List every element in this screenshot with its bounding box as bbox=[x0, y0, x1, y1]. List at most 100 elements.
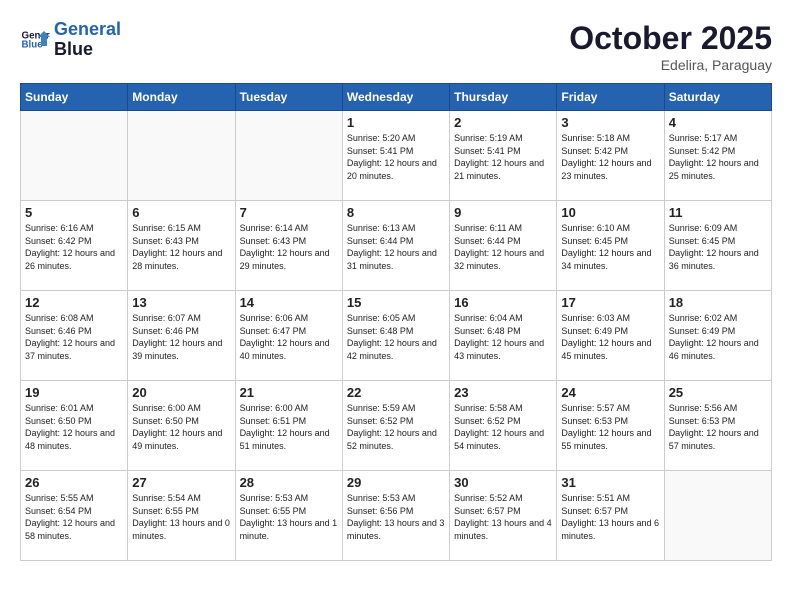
day-header-friday: Friday bbox=[557, 84, 664, 111]
day-number: 11 bbox=[669, 205, 767, 220]
cell-info: Sunrise: 6:03 AMSunset: 6:49 PMDaylight:… bbox=[561, 312, 659, 362]
calendar-header-row: SundayMondayTuesdayWednesdayThursdayFrid… bbox=[21, 84, 772, 111]
day-number: 16 bbox=[454, 295, 552, 310]
day-number: 3 bbox=[561, 115, 659, 130]
calendar-cell: 11Sunrise: 6:09 AMSunset: 6:45 PMDayligh… bbox=[664, 201, 771, 291]
day-number: 18 bbox=[669, 295, 767, 310]
cell-info: Sunrise: 5:18 AMSunset: 5:42 PMDaylight:… bbox=[561, 132, 659, 182]
calendar-cell: 9 Sunrise: 6:11 AMSunset: 6:44 PMDaylight… bbox=[450, 201, 557, 291]
cell-info: Sunrise: 6:04 AMSunset: 6:48 PMDaylight:… bbox=[454, 312, 552, 362]
calendar-cell: 5 Sunrise: 6:16 AMSunset: 6:42 PMDaylight… bbox=[21, 201, 128, 291]
calendar-cell: 12Sunrise: 6:08 AMSunset: 6:46 PMDayligh… bbox=[21, 291, 128, 381]
calendar-cell: 10 Sunrise: 6:10 AMSunset: 6:45 PMDayligh… bbox=[557, 201, 664, 291]
calendar-cell: 25 Sunrise: 5:56 AMSunset: 6:53 PMDayligh… bbox=[664, 381, 771, 471]
cell-info: Sunrise: 5:20 AMSunset: 5:41 PMDaylight:… bbox=[347, 132, 445, 182]
cell-info: Sunrise: 6:05 AMSunset: 6:48 PMDaylight:… bbox=[347, 312, 445, 362]
logo-text: GeneralBlue bbox=[54, 20, 121, 60]
page-header: General Blue GeneralBlue October 2025 Ed… bbox=[20, 20, 772, 73]
location-subtitle: Edelira, Paraguay bbox=[569, 57, 772, 73]
cell-info: Sunrise: 6:06 AMSunset: 6:47 PMDaylight:… bbox=[240, 312, 338, 362]
day-number: 22 bbox=[347, 385, 445, 400]
day-number: 26 bbox=[25, 475, 123, 490]
cell-info: Sunrise: 6:16 AMSunset: 6:42 PMDaylight:… bbox=[25, 222, 123, 272]
day-number: 29 bbox=[347, 475, 445, 490]
day-header-sunday: Sunday bbox=[21, 84, 128, 111]
calendar-cell: 8Sunrise: 6:13 AMSunset: 6:44 PMDaylight… bbox=[342, 201, 449, 291]
calendar-cell: 15 Sunrise: 6:05 AMSunset: 6:48 PMDayligh… bbox=[342, 291, 449, 381]
week-row-1: 1 Sunrise: 5:20 AMSunset: 5:41 PMDaylight… bbox=[21, 111, 772, 201]
calendar-cell: 30 Sunrise: 5:52 AMSunset: 6:57 PMDayligh… bbox=[450, 471, 557, 561]
cell-info: Sunrise: 5:53 AMSunset: 6:56 PMDaylight:… bbox=[347, 492, 445, 542]
day-number: 15 bbox=[347, 295, 445, 310]
calendar-cell: 17 Sunrise: 6:03 AMSunset: 6:49 PMDayligh… bbox=[557, 291, 664, 381]
cell-info: Sunrise: 5:51 AMSunset: 6:57 PMDaylight:… bbox=[561, 492, 659, 542]
day-number: 14 bbox=[240, 295, 338, 310]
calendar-cell: 14 Sunrise: 6:06 AMSunset: 6:47 PMDayligh… bbox=[235, 291, 342, 381]
calendar-cell: 21Sunrise: 6:00 AMSunset: 6:51 PMDayligh… bbox=[235, 381, 342, 471]
day-header-saturday: Saturday bbox=[664, 84, 771, 111]
cell-info: Sunrise: 5:19 AMSunset: 5:41 PMDaylight:… bbox=[454, 132, 552, 182]
svg-text:Blue: Blue bbox=[22, 39, 44, 50]
day-number: 12 bbox=[25, 295, 123, 310]
cell-info: Sunrise: 6:11 AMSunset: 6:44 PMDaylight:… bbox=[454, 222, 552, 272]
cell-info: Sunrise: 5:58 AMSunset: 6:52 PMDaylight:… bbox=[454, 402, 552, 452]
calendar-cell: 4 Sunrise: 5:17 AMSunset: 5:42 PMDaylight… bbox=[664, 111, 771, 201]
calendar-table: SundayMondayTuesdayWednesdayThursdayFrid… bbox=[20, 83, 772, 561]
cell-info: Sunrise: 5:17 AMSunset: 5:42 PMDaylight:… bbox=[669, 132, 767, 182]
title-section: October 2025 Edelira, Paraguay bbox=[569, 20, 772, 73]
day-number: 4 bbox=[669, 115, 767, 130]
calendar-cell: 16 Sunrise: 6:04 AMSunset: 6:48 PMDayligh… bbox=[450, 291, 557, 381]
calendar-cell bbox=[235, 111, 342, 201]
cell-info: Sunrise: 5:53 AMSunset: 6:55 PMDaylight:… bbox=[240, 492, 338, 542]
calendar-cell: 19Sunrise: 6:01 AMSunset: 6:50 PMDayligh… bbox=[21, 381, 128, 471]
day-number: 13 bbox=[132, 295, 230, 310]
week-row-4: 19Sunrise: 6:01 AMSunset: 6:50 PMDayligh… bbox=[21, 381, 772, 471]
day-number: 7 bbox=[240, 205, 338, 220]
month-title: October 2025 bbox=[569, 20, 772, 57]
day-header-tuesday: Tuesday bbox=[235, 84, 342, 111]
cell-info: Sunrise: 5:56 AMSunset: 6:53 PMDaylight:… bbox=[669, 402, 767, 452]
cell-info: Sunrise: 6:00 AMSunset: 6:50 PMDaylight:… bbox=[132, 402, 230, 452]
calendar-cell bbox=[21, 111, 128, 201]
day-number: 17 bbox=[561, 295, 659, 310]
day-number: 28 bbox=[240, 475, 338, 490]
day-header-monday: Monday bbox=[128, 84, 235, 111]
calendar-cell bbox=[128, 111, 235, 201]
cell-info: Sunrise: 6:10 AMSunset: 6:45 PMDaylight:… bbox=[561, 222, 659, 272]
day-header-thursday: Thursday bbox=[450, 84, 557, 111]
calendar-cell: 31 Sunrise: 5:51 AMSunset: 6:57 PMDayligh… bbox=[557, 471, 664, 561]
cell-info: Sunrise: 5:52 AMSunset: 6:57 PMDaylight:… bbox=[454, 492, 552, 542]
calendar-cell: 1 Sunrise: 5:20 AMSunset: 5:41 PMDaylight… bbox=[342, 111, 449, 201]
day-number: 21 bbox=[240, 385, 338, 400]
calendar-cell: 26 Sunrise: 5:55 AMSunset: 6:54 PMDayligh… bbox=[21, 471, 128, 561]
calendar-cell: 13Sunrise: 6:07 AMSunset: 6:46 PMDayligh… bbox=[128, 291, 235, 381]
calendar-cell: 27Sunrise: 5:54 AMSunset: 6:55 PMDayligh… bbox=[128, 471, 235, 561]
day-number: 23 bbox=[454, 385, 552, 400]
calendar-cell: 18 Sunrise: 6:02 AMSunset: 6:49 PMDayligh… bbox=[664, 291, 771, 381]
cell-info: Sunrise: 5:54 AMSunset: 6:55 PMDaylight:… bbox=[132, 492, 230, 542]
day-number: 31 bbox=[561, 475, 659, 490]
day-number: 25 bbox=[669, 385, 767, 400]
day-number: 5 bbox=[25, 205, 123, 220]
day-number: 30 bbox=[454, 475, 552, 490]
day-number: 20 bbox=[132, 385, 230, 400]
day-number: 10 bbox=[561, 205, 659, 220]
day-number: 19 bbox=[25, 385, 123, 400]
calendar-cell: 6 Sunrise: 6:15 AMSunset: 6:43 PMDaylight… bbox=[128, 201, 235, 291]
calendar-cell: 28 Sunrise: 5:53 AMSunset: 6:55 PMDayligh… bbox=[235, 471, 342, 561]
cell-info: Sunrise: 5:57 AMSunset: 6:53 PMDaylight:… bbox=[561, 402, 659, 452]
day-number: 1 bbox=[347, 115, 445, 130]
day-header-wednesday: Wednesday bbox=[342, 84, 449, 111]
calendar-cell: 22Sunrise: 5:59 AMSunset: 6:52 PMDayligh… bbox=[342, 381, 449, 471]
calendar-cell: 23 Sunrise: 5:58 AMSunset: 6:52 PMDayligh… bbox=[450, 381, 557, 471]
cell-info: Sunrise: 6:15 AMSunset: 6:43 PMDaylight:… bbox=[132, 222, 230, 272]
cell-info: Sunrise: 6:13 AMSunset: 6:44 PMDaylight:… bbox=[347, 222, 445, 272]
calendar-cell: 29 Sunrise: 5:53 AMSunset: 6:56 PMDayligh… bbox=[342, 471, 449, 561]
cell-info: Sunrise: 6:02 AMSunset: 6:49 PMDaylight:… bbox=[669, 312, 767, 362]
day-number: 9 bbox=[454, 205, 552, 220]
day-number: 6 bbox=[132, 205, 230, 220]
cell-info: Sunrise: 5:55 AMSunset: 6:54 PMDaylight:… bbox=[25, 492, 123, 542]
week-row-3: 12Sunrise: 6:08 AMSunset: 6:46 PMDayligh… bbox=[21, 291, 772, 381]
logo-icon: General Blue bbox=[20, 25, 50, 55]
calendar-cell: 24Sunrise: 5:57 AMSunset: 6:53 PMDayligh… bbox=[557, 381, 664, 471]
